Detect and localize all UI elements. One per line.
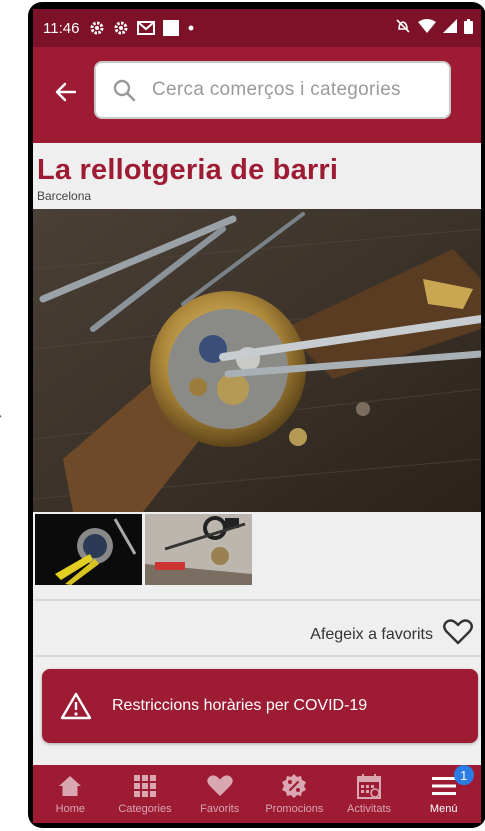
signal-icon (443, 19, 457, 37)
thumbnail-strip (35, 514, 252, 585)
app-bar (33, 47, 481, 143)
arrow-left-icon (55, 82, 77, 102)
app-screen: 11:46 Cerca comerços i categories La rel… (33, 9, 481, 823)
gmail-icon (137, 21, 156, 35)
nav-label: Menú (429, 803, 458, 815)
nav-label: Activitats (347, 803, 392, 815)
wifi-icon (418, 19, 436, 37)
menu-icon (431, 773, 456, 799)
grid-icon (134, 773, 156, 799)
nav-label: Promocions (265, 803, 324, 815)
divider (33, 599, 481, 601)
nav-label: Favorits (200, 803, 240, 815)
square-icon (163, 20, 180, 36)
calendar-icon (357, 773, 382, 799)
thumbnail-image[interactable] (145, 514, 252, 585)
settings-icon (89, 20, 105, 36)
search-icon (112, 78, 136, 102)
battery-icon (464, 18, 473, 38)
settings-icon (113, 20, 129, 36)
dot-icon (187, 24, 195, 32)
covid-restrictions-label: Restriccions horàries per COVID-19 (112, 697, 368, 714)
nav-menu[interactable]: 1 Menú (406, 765, 481, 823)
status-bar: 11:46 (33, 9, 481, 47)
add-to-favorites-button[interactable]: Afegeix a favorits (310, 619, 473, 650)
favorites-label: Afegeix a favorits (310, 625, 433, 643)
heart-outline-icon (443, 619, 473, 650)
nav-activities[interactable]: Activitats (332, 765, 407, 823)
search-box[interactable] (94, 61, 451, 119)
back-button[interactable] (53, 79, 79, 105)
bottom-navigation: Home Categories Favorits Promocions Acti… (33, 765, 481, 823)
store-main-image[interactable] (33, 209, 481, 512)
mute-icon (395, 18, 411, 38)
nav-favorites[interactable]: Favorits (182, 765, 257, 823)
nav-label: Categories (118, 803, 172, 815)
warning-icon (60, 692, 92, 720)
nav-promotions[interactable]: Promocions (257, 765, 332, 823)
status-time: 11:46 (43, 19, 80, 37)
store-name: La rellotgeria de barri (37, 154, 339, 186)
percent-badge-icon (281, 773, 307, 799)
notification-badge: 1 (453, 765, 474, 785)
nav-home[interactable]: Home (33, 765, 108, 823)
chevron-right-icon: › (0, 406, 2, 425)
covid-restrictions-banner[interactable]: Restriccions horàries per COVID-19 (42, 669, 478, 743)
nav-label: Home (55, 803, 85, 815)
divider (33, 655, 481, 657)
home-icon (58, 773, 82, 799)
nav-categories[interactable]: Categories (108, 765, 183, 823)
search-input[interactable] (150, 78, 444, 102)
heart-icon (206, 773, 234, 799)
thumbnail-image[interactable] (35, 514, 142, 585)
store-city: Barcelona (37, 189, 92, 203)
